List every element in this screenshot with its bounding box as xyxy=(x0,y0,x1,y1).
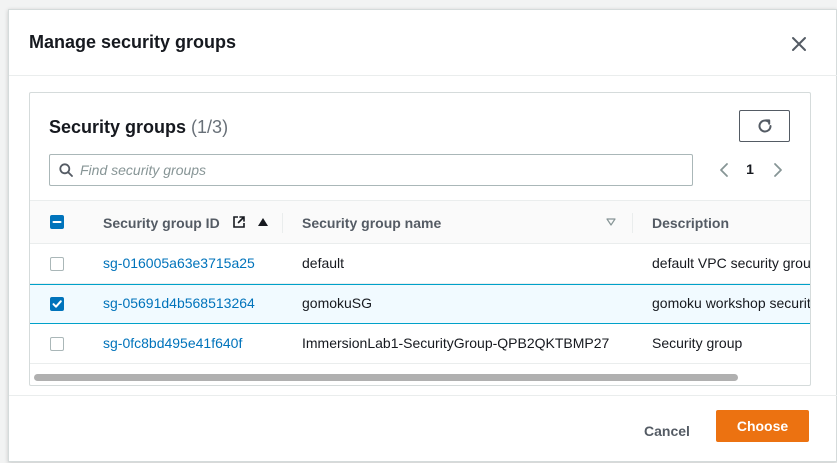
refresh-button[interactable] xyxy=(739,110,790,142)
sort-ascending-icon[interactable] xyxy=(257,217,269,227)
security-group-description: gomoku workshop security group xyxy=(652,295,811,311)
security-group-name: gomokuSG xyxy=(302,295,372,311)
security-groups-panel: Security groups (1/3) 1 xyxy=(29,92,811,386)
selection-count: (1/3) xyxy=(191,117,228,137)
column-header-name[interactable]: Security group name xyxy=(302,215,441,231)
modal-header: Manage security groups xyxy=(9,10,837,76)
security-groups-table: Security group ID Security group name xyxy=(30,200,811,364)
column-header-name-label: Security group name xyxy=(302,215,441,231)
table-row-selected[interactable]: sg-05691d4b568513264 gomokuSG gomoku wor… xyxy=(30,284,811,324)
horizontal-scrollbar[interactable] xyxy=(34,374,738,381)
panel-title: Security groups (1/3) xyxy=(49,117,228,138)
pagination-current-page[interactable]: 1 xyxy=(742,161,758,177)
security-group-name: default xyxy=(302,255,344,271)
modal-title: Manage security groups xyxy=(29,32,236,53)
security-group-description: Security group xyxy=(652,335,742,351)
cancel-button[interactable]: Cancel xyxy=(631,415,703,447)
column-header-id-label: Security group ID xyxy=(103,215,220,231)
chevron-right-icon[interactable] xyxy=(771,162,785,178)
search-icon xyxy=(59,163,73,177)
manage-security-groups-modal: Manage security groups Security groups (… xyxy=(8,9,837,462)
external-link-icon[interactable] xyxy=(232,215,246,229)
security-group-id-link[interactable]: sg-05691d4b568513264 xyxy=(103,295,255,311)
security-group-name: ImmersionLab1-SecurityGroup-QPB2QKTBMP27 xyxy=(302,335,609,351)
table-row[interactable]: sg-0fc8bd495e41f640f ImmersionLab1-Secur… xyxy=(30,324,811,364)
column-header-description[interactable]: Description xyxy=(652,215,729,231)
row-checkbox-checked[interactable] xyxy=(50,297,64,311)
column-header-description-label: Description xyxy=(652,215,729,231)
column-divider xyxy=(632,213,633,233)
row-checkbox[interactable] xyxy=(50,337,64,351)
choose-button[interactable]: Choose xyxy=(716,410,809,442)
security-group-description: default VPC security group xyxy=(652,255,811,271)
search-input[interactable] xyxy=(80,156,680,184)
panel-title-text: Security groups xyxy=(49,117,186,137)
sort-icon[interactable] xyxy=(606,218,616,226)
close-icon[interactable] xyxy=(789,34,809,54)
chevron-left-icon[interactable] xyxy=(717,162,731,178)
select-all-checkbox[interactable] xyxy=(50,215,64,229)
table-row[interactable]: sg-016005a63e3715a25 default default VPC… xyxy=(30,244,811,284)
table-header: Security group ID Security group name xyxy=(30,200,811,244)
search-field xyxy=(49,154,693,186)
row-checkbox[interactable] xyxy=(50,257,64,271)
column-header-id[interactable]: Security group ID xyxy=(103,215,220,231)
security-group-id-link[interactable]: sg-0fc8bd495e41f640f xyxy=(103,335,242,351)
column-divider xyxy=(282,213,283,233)
refresh-icon xyxy=(756,117,774,135)
modal-footer: Cancel Choose xyxy=(9,395,837,463)
security-group-id-link[interactable]: sg-016005a63e3715a25 xyxy=(103,255,255,271)
